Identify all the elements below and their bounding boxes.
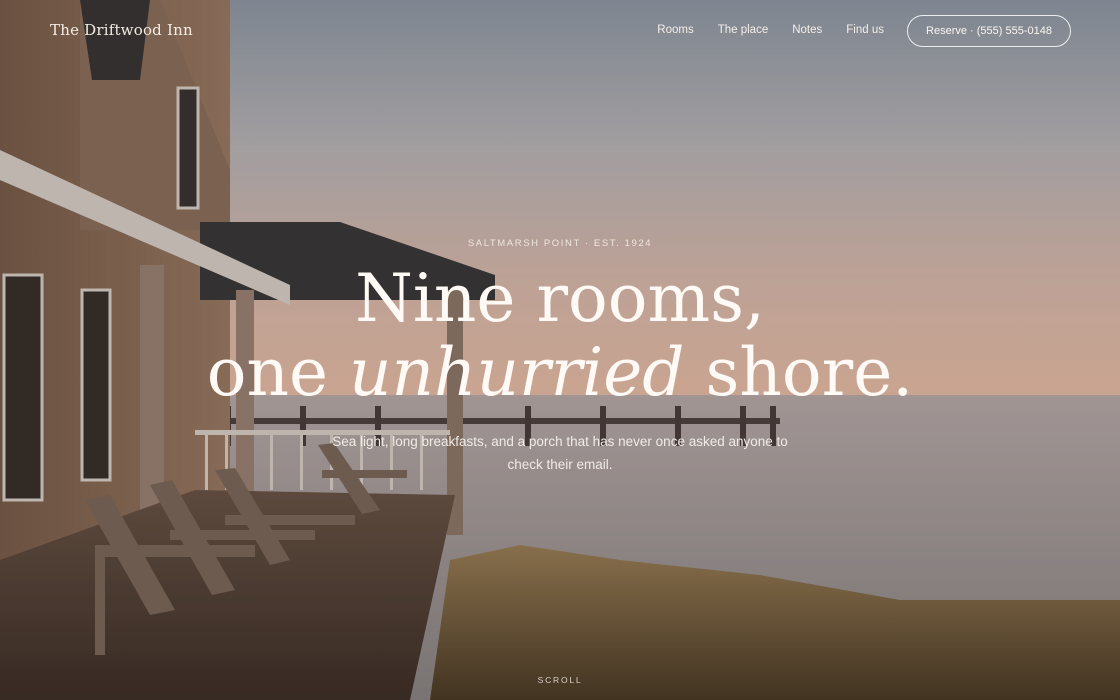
brand-logo[interactable]: The Driftwood Inn — [50, 21, 193, 39]
headline-line-2-start: one — [206, 334, 350, 411]
top-navigation: The Driftwood Inn Rooms The place Notes … — [0, 0, 1120, 62]
hero-eyebrow: SALTMARSH POINT · EST. 1924 — [467, 238, 653, 249]
hero-headline: Nine rooms, one unhurried shore. — [0, 262, 1120, 410]
nav-link-find-us[interactable]: Find us — [846, 24, 884, 36]
nav-link-notes[interactable]: Notes — [792, 24, 822, 36]
hero-section: The Driftwood Inn Rooms The place Notes … — [0, 0, 1120, 700]
scroll-indicator[interactable]: SCROLL — [0, 675, 1120, 685]
nav-link-rooms[interactable]: Rooms — [657, 24, 693, 36]
nav-link-the-place[interactable]: The place — [718, 24, 769, 36]
hero-subtitle: Sea light, long breakfasts, and a porch … — [332, 434, 788, 472]
headline-line-1: Nine rooms, — [355, 260, 765, 337]
headline-line-2-end: shore. — [684, 334, 914, 411]
nav-menu: Rooms The place Notes Find us — [657, 24, 884, 36]
reserve-button[interactable]: Reserve · (555) 555-0148 — [907, 15, 1071, 47]
headline-emphasis: unhurried — [349, 334, 685, 411]
